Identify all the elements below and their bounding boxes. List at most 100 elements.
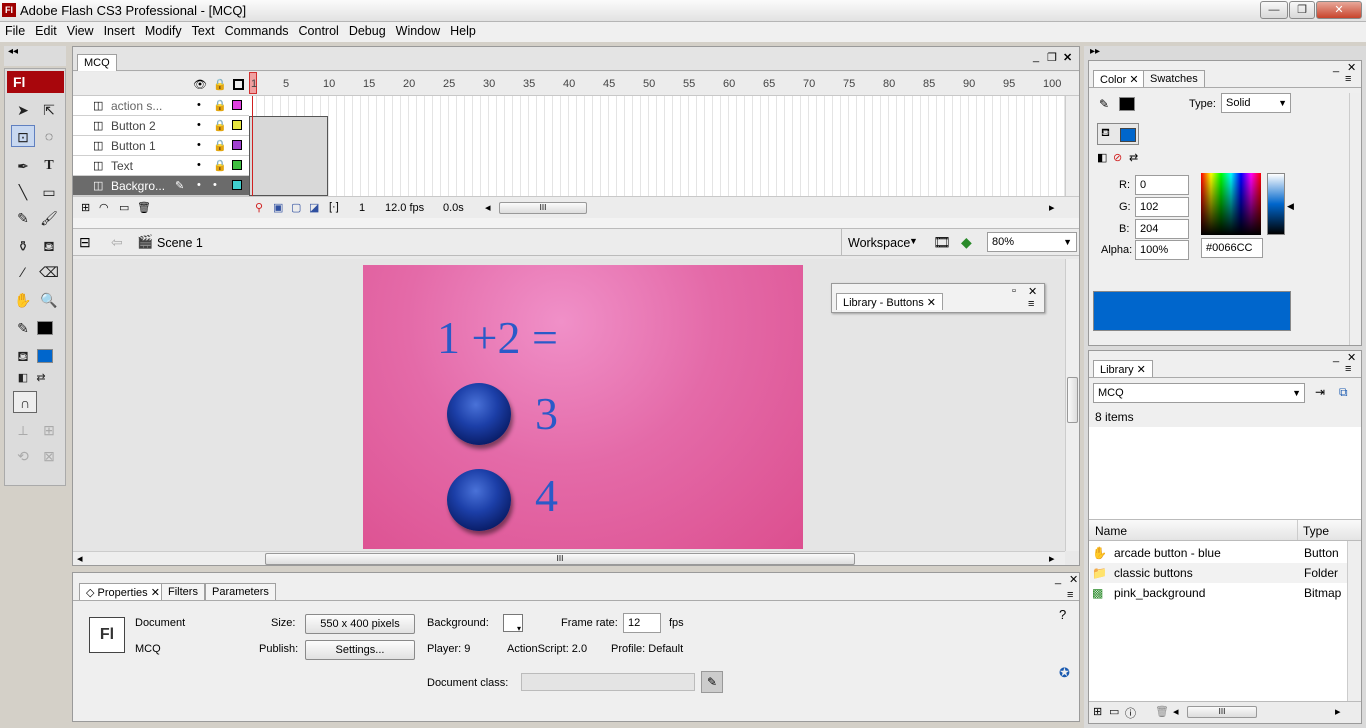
- edit-scene-icon[interactable]: 🎞: [933, 234, 951, 251]
- snap-to-objects-icon[interactable]: ∩: [13, 391, 37, 413]
- g-input[interactable]: 102: [1135, 197, 1189, 217]
- col-type[interactable]: Type: [1303, 524, 1329, 538]
- layer-color-swatch[interactable]: [232, 160, 242, 170]
- scroll-left-icon[interactable]: ◂: [485, 201, 491, 214]
- tab-parameters[interactable]: Parameters: [205, 583, 276, 600]
- menu-insert[interactable]: Insert: [99, 22, 140, 38]
- layer-row[interactable]: ◫ action s... • 🔒: [73, 96, 249, 116]
- r-input[interactable]: 0: [1135, 175, 1189, 195]
- menu-file[interactable]: File: [0, 22, 30, 38]
- fill-color-swatch[interactable]: [37, 349, 53, 363]
- insert-folder-icon[interactable]: ▭: [119, 201, 129, 214]
- tab-library[interactable]: Library ✕: [1093, 360, 1153, 377]
- scroll-left-icon[interactable]: ◂: [1173, 705, 1179, 718]
- timeline-hscroll-thumb[interactable]: III: [499, 202, 587, 214]
- layer-color-swatch[interactable]: [232, 100, 242, 110]
- panel-minimize-icon[interactable]: _: [1333, 61, 1339, 73]
- zoom-tool-icon[interactable]: 🔍: [37, 289, 61, 311]
- layer-row[interactable]: ◫ Button 1 • 🔒: [73, 136, 249, 156]
- frame-grid[interactable]: [249, 96, 1065, 196]
- answer-button-1[interactable]: [447, 383, 511, 445]
- paint-bucket-tool-icon[interactable]: ⛾: [37, 235, 61, 257]
- visible-dot-icon[interactable]: •: [197, 139, 201, 151]
- show-hide-icon[interactable]: 👁: [193, 78, 207, 91]
- library-document-select[interactable]: MCQ ▼: [1093, 383, 1305, 403]
- help-icon[interactable]: ?: [1059, 607, 1066, 622]
- close-button[interactable]: ✕: [1316, 1, 1362, 19]
- maximize-button[interactable]: ❐: [1289, 1, 1315, 19]
- doc-minimize-icon[interactable]: _: [1033, 51, 1039, 63]
- default-colors-icon[interactable]: ◧: [1097, 151, 1107, 164]
- scene-name[interactable]: Scene 1: [157, 236, 203, 250]
- outline-icon[interactable]: [233, 79, 244, 90]
- layer-color-swatch[interactable]: [232, 180, 242, 190]
- layer-color-swatch[interactable]: [232, 120, 242, 130]
- toolbox-header[interactable]: ◂◂: [4, 46, 66, 66]
- library-vscroll[interactable]: [1347, 541, 1361, 701]
- tab-properties[interactable]: ◇ Properties ✕: [79, 583, 167, 600]
- menu-view[interactable]: View: [62, 22, 99, 38]
- delete-layer-icon[interactable]: 🗑: [137, 201, 151, 214]
- panel-menu-icon[interactable]: ≡: [1345, 73, 1351, 85]
- smooth-icon[interactable]: ⟂: [11, 419, 35, 441]
- panel-minimize-icon[interactable]: ▫: [1012, 285, 1016, 297]
- library-hscroll-thumb[interactable]: III: [1187, 706, 1257, 718]
- lock-icon[interactable]: 🔒: [213, 99, 227, 112]
- menu-control[interactable]: Control: [294, 22, 344, 38]
- eraser-tool-icon[interactable]: ⌫: [37, 261, 61, 283]
- menu-commands[interactable]: Commands: [220, 22, 294, 38]
- minimize-button[interactable]: —: [1260, 1, 1288, 19]
- edit-multiple-icon[interactable]: ◪: [309, 201, 319, 214]
- timeline-toggle-icon[interactable]: ⊟: [79, 234, 91, 251]
- text-tool-icon[interactable]: T: [37, 155, 61, 177]
- panel-minimize-icon[interactable]: _: [1333, 351, 1339, 363]
- hand-tool-icon[interactable]: ✋: [11, 289, 35, 311]
- line-tool-icon[interactable]: ╲: [11, 181, 35, 203]
- layer-color-swatch[interactable]: [232, 140, 242, 150]
- stage-hscroll[interactable]: ◂ III ▸: [73, 551, 1065, 565]
- subselection-tool-icon[interactable]: ⇱: [37, 99, 61, 121]
- fill-swatch-box[interactable]: ⛾: [1097, 123, 1139, 145]
- rotate-icon[interactable]: ⟲: [11, 445, 35, 467]
- motion-guide-icon[interactable]: ◠: [99, 201, 109, 214]
- answer-button-2[interactable]: [447, 469, 511, 531]
- lock-icon[interactable]: 🔒: [213, 139, 227, 152]
- publish-settings-button[interactable]: Settings...: [305, 640, 415, 660]
- stroke-color-icon[interactable]: ✎: [11, 317, 35, 339]
- pen-tool-icon[interactable]: ✒: [11, 155, 35, 177]
- pencil-tool-icon[interactable]: ✎: [11, 207, 35, 229]
- workspace-button[interactable]: Workspace: [848, 236, 910, 250]
- framerate-input[interactable]: 12: [623, 613, 661, 633]
- properties-icon[interactable]: ⓘ: [1125, 705, 1136, 721]
- panel-close-icon[interactable]: ✕: [1028, 285, 1037, 298]
- list-item[interactable]: ✋ arcade button - blue Button: [1090, 543, 1352, 563]
- modify-markers-icon[interactable]: [·]: [329, 201, 339, 213]
- stage-hscroll-thumb[interactable]: III: [265, 553, 855, 565]
- lock-icon[interactable]: 🔒: [213, 119, 227, 132]
- panel-close-icon[interactable]: ✕: [1069, 573, 1078, 586]
- doc-restore-icon[interactable]: ❐: [1047, 51, 1057, 64]
- doc-close-icon[interactable]: ✕: [1063, 51, 1072, 64]
- col-name[interactable]: Name: [1095, 524, 1127, 538]
- brightness-slider[interactable]: [1267, 173, 1285, 235]
- free-transform-tool-icon[interactable]: ⊡: [11, 125, 35, 147]
- b-input[interactable]: 204: [1135, 219, 1189, 239]
- menu-edit[interactable]: Edit: [30, 22, 62, 38]
- hex-input[interactable]: #0066CC: [1201, 238, 1263, 258]
- size-button[interactable]: 550 x 400 pixels: [305, 614, 415, 634]
- type-select[interactable]: Solid ▼: [1221, 93, 1291, 113]
- scroll-right-icon[interactable]: ▸: [1049, 201, 1055, 214]
- pin-library-icon[interactable]: ⇥: [1315, 385, 1325, 399]
- document-class-input[interactable]: [521, 673, 695, 691]
- tab-library-buttons[interactable]: Library - Buttons ✕: [836, 293, 943, 310]
- lasso-tool-icon[interactable]: ◌: [37, 125, 61, 147]
- layer-row[interactable]: ◫ Text • 🔒: [73, 156, 249, 176]
- stage-vscroll[interactable]: [1065, 259, 1079, 551]
- eyedropper-tool-icon[interactable]: ⁄: [11, 261, 35, 283]
- tab-mcq[interactable]: MCQ: [77, 54, 117, 71]
- rectangle-tool-icon[interactable]: ▭: [37, 181, 61, 203]
- workspace-dropdown-icon[interactable]: ▼: [909, 236, 918, 246]
- back-arrow-icon[interactable]: ⇦: [111, 234, 123, 251]
- new-library-panel-icon[interactable]: ⧉: [1339, 385, 1348, 400]
- straighten-icon[interactable]: ⊞: [37, 419, 61, 441]
